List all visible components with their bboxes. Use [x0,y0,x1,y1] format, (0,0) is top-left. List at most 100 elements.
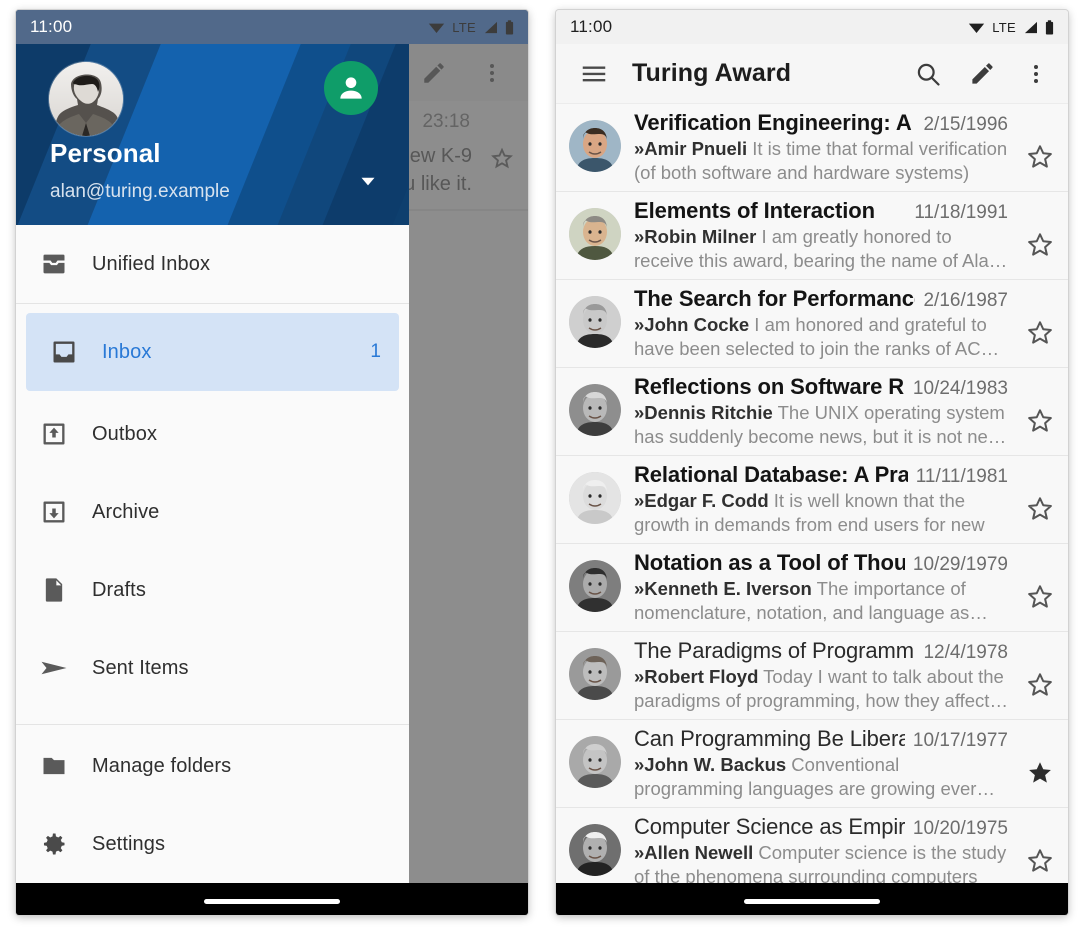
drafts-icon [16,576,92,604]
message-body: Elements of Interaction 11/18/1991 »Robin … [634,198,1012,272]
message-sender: »John Cocke [634,314,750,335]
navigation-drawer: Personal alan@turing.example Unified Inb… [16,10,409,883]
message-subject: The Paradigms of Programming [634,638,916,663]
account-avatar[interactable] [49,62,123,136]
drawer-footer: Manage folders Settings [16,724,409,883]
sidebar-item-label: Outbox [92,422,158,445]
right-system-nav-bar [556,883,1068,915]
left-system-nav-bar [16,883,528,915]
message-subject: Relational Database: A Practi.. [634,462,908,487]
message-row[interactable]: Computer Science as Empiric.. 10/20/1975»… [556,808,1068,883]
message-row[interactable]: Can Programming Be Liberate..10/17/1977»… [556,720,1068,808]
message-subject: Computer Science as Empiric.. [634,814,905,839]
message-preview: »Kenneth E. Iverson The importance of no… [634,577,1008,624]
signal-icon [1023,21,1038,34]
star-filled-icon[interactable] [1012,726,1068,788]
unified-inbox-icon [16,250,92,278]
star-outline-icon[interactable] [1012,110,1068,172]
sender-avatar[interactable] [556,726,634,788]
sender-avatar[interactable] [556,814,634,876]
message-sender: »John W. Backus [634,754,787,775]
message-date: 11/11/1981 [915,466,1008,487]
sender-avatar[interactable] [556,638,634,700]
message-row[interactable]: Reflections on Software Rese.. 10/24/1983… [556,368,1068,456]
left-status-bar: 11:00 LTE [16,10,528,44]
sender-avatar[interactable] [556,550,634,612]
sidebar-item-label: Settings [92,832,166,855]
search-icon[interactable] [902,48,954,100]
message-row[interactable]: Notation as a Tool of Thought 10/29/1979»… [556,544,1068,632]
message-date: 11/18/1991 [914,202,1008,223]
left-phone-screen: 23:18 new K-9 ou like it. [16,10,528,915]
wifi-icon [428,21,445,34]
star-outline-icon[interactable] [1012,814,1068,876]
chevron-down-icon[interactable] [355,168,381,199]
message-date: 10/17/1977 [912,730,1008,751]
message-subject: Reflections on Software Rese.. [634,374,905,399]
sidebar-item-label: Sent Items [92,656,189,679]
sidebar-item-spam[interactable]: Spam [16,707,409,724]
sidebar-item-count: 1 [370,341,381,362]
home-gesture-bar[interactable] [744,899,880,904]
right-phone-screen: 11:00 LTE Turing Award Verification Engi… [556,10,1068,915]
message-date: 10/24/1983 [912,378,1008,399]
gear-icon [16,830,92,858]
person-add-icon[interactable] [324,61,378,115]
account-email: alan@turing.example [50,181,230,202]
message-body: Notation as a Tool of Thought 10/29/1979»… [634,550,1012,624]
screenshot-root: 23:18 new K-9 ou like it. [0,0,1084,928]
sidebar-item-unified-inbox[interactable]: Unified Inbox [16,225,409,303]
message-preview: »John W. Backus Conventional programming… [634,753,1008,800]
message-date: 12/4/1978 [923,642,1008,663]
sent-icon [16,653,92,683]
sidebar-item-label: Inbox [102,340,152,363]
sender-avatar[interactable] [556,286,634,348]
sidebar-item-outbox[interactable]: Outbox [16,395,409,473]
outbox-icon [16,420,92,448]
message-subject: Can Programming Be Liberate.. [634,726,905,751]
message-body: Relational Database: A Practi.. 11/11/198… [634,462,1012,536]
sidebar-item-label: Manage folders [92,754,232,777]
archive-icon [16,498,92,526]
sidebar-item-inbox[interactable]: Inbox 1 [26,313,399,391]
sender-avatar[interactable] [556,462,634,524]
drawer-folder-list[interactable]: Unified Inbox Inbox 1 Outbox Archive Dra… [16,225,409,724]
message-list[interactable]: Verification Engineering: A Fut.. 2/15/19… [556,104,1068,883]
sidebar-item-archive[interactable]: Archive [16,473,409,551]
home-gesture-bar[interactable] [204,899,340,904]
message-row[interactable]: Verification Engineering: A Fut.. 2/15/19… [556,104,1068,192]
message-preview: »Edgar F. Codd It is well known that the… [634,489,1008,536]
message-sender: »Dennis Ritchie [634,402,773,423]
sender-avatar[interactable] [556,374,634,436]
sidebar-item-drafts[interactable]: Drafts [16,551,409,629]
message-subject: Notation as a Tool of Thought [634,550,905,575]
star-outline-icon[interactable] [1012,374,1068,436]
message-row[interactable]: Elements of Interaction 11/18/1991 »Robin … [556,192,1068,280]
message-row[interactable]: Relational Database: A Practi.. 11/11/198… [556,456,1068,544]
sender-avatar[interactable] [556,110,634,172]
message-date: 10/29/1979 [912,554,1008,575]
sidebar-item-sent-items[interactable]: Sent Items [16,629,409,707]
message-body: The Search for Performance in.. 2/16/1987… [634,286,1012,360]
sidebar-item-label: Drafts [92,578,146,601]
hamburger-menu-icon[interactable] [556,59,632,89]
sidebar-item-settings[interactable]: Settings [16,805,409,883]
message-sender: »Edgar F. Codd [634,490,769,511]
star-outline-icon[interactable] [1012,198,1068,260]
star-outline-icon[interactable] [1012,286,1068,348]
folder-icon [16,752,92,780]
message-preview: »John Cocke I am honored and grateful to… [634,313,1008,360]
overflow-menu-icon[interactable] [1010,48,1062,100]
status-time: 11:00 [570,17,613,36]
message-preview: »Robin Milner I am greatly honored to re… [634,225,1008,272]
message-preview: »Allen Newell Computer science is the st… [634,841,1008,883]
message-row[interactable]: The Search for Performance in.. 2/16/1987… [556,280,1068,368]
sender-avatar[interactable] [556,198,634,260]
account-name: Personal [50,138,161,168]
star-outline-icon[interactable] [1012,550,1068,612]
sidebar-item-manage-folders[interactable]: Manage folders [16,727,409,805]
message-row[interactable]: The Paradigms of Programming 12/4/1978 »Ro… [556,632,1068,720]
compose-icon[interactable] [956,48,1008,100]
star-outline-icon[interactable] [1012,462,1068,524]
star-outline-icon[interactable] [1012,638,1068,700]
